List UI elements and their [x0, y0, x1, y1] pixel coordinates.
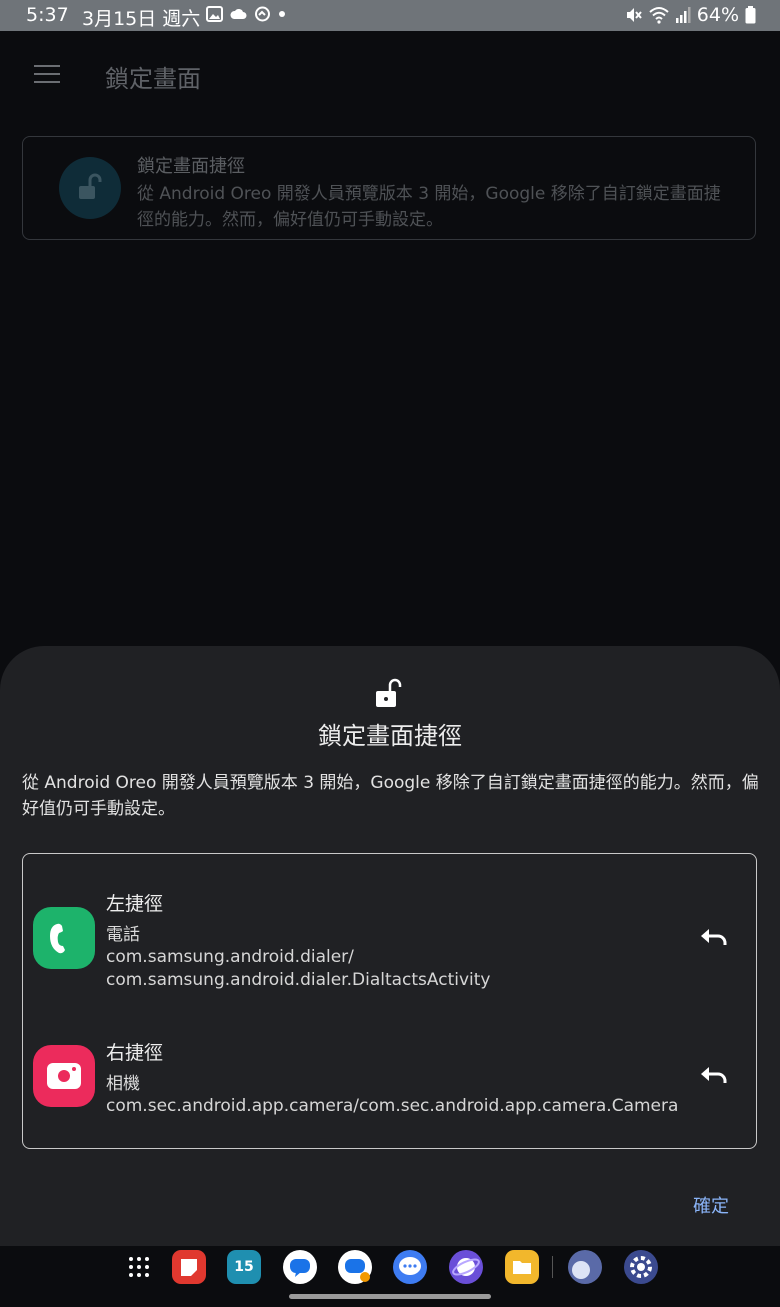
- undo-icon[interactable]: [699, 1064, 731, 1090]
- lock-open-icon: [79, 173, 102, 199]
- shortcut-package-line: com.samsung.android.dialer.DialtactsActi…: [106, 970, 491, 990]
- home-gesture-bar[interactable]: [289, 1294, 491, 1299]
- system-icons: 64%: [625, 4, 756, 26]
- notes-app-icon[interactable]: [172, 1250, 206, 1284]
- files-app-icon[interactable]: [505, 1250, 539, 1284]
- hamburger-menu-icon[interactable]: [34, 65, 62, 85]
- calendar-date: 15: [234, 1259, 254, 1275]
- samsung-messages-app-icon[interactable]: [393, 1250, 427, 1284]
- shortcut-package-line: com.samsung.android.dialer/: [106, 947, 354, 967]
- app-drawer-icon[interactable]: [122, 1250, 156, 1284]
- status-time: 5:37: [26, 4, 69, 26]
- shortcut-app-name: 電話: [106, 925, 140, 945]
- chat-app-icon[interactable]: [283, 1250, 317, 1284]
- messages-app-icon[interactable]: [338, 1250, 372, 1284]
- recent-app-icon[interactable]: [568, 1250, 602, 1284]
- shortcut-app-name: 相機: [106, 1074, 140, 1094]
- signal-icon: [675, 7, 691, 23]
- dialog-title: 鎖定畫面捷徑: [318, 722, 462, 750]
- mute-icon: [626, 8, 642, 22]
- status-date: 3月15日 週六: [82, 8, 201, 30]
- calendar-app-icon[interactable]: 15: [227, 1250, 261, 1284]
- taskbar-dock: 15: [0, 1246, 780, 1307]
- card-description: 從 Android Oreo 開發人員預覽版本 3 開始，Google 移除了自…: [137, 184, 721, 230]
- shortcut-item-right[interactable]: 右捷徑 相機 com.sec.android.app.camera/com.se…: [23, 1002, 756, 1150]
- card-title: 鎖定畫面捷徑: [137, 156, 245, 177]
- lock-screen-shortcut-card[interactable]: 鎖定畫面捷徑 從 Android Oreo 開發人員預覽版本 3 開始，Goog…: [22, 136, 756, 240]
- bottom-sheet-dialog: 鎖定畫面捷徑 從 Android Oreo 開發人員預覽版本 3 開始，Goog…: [0, 646, 780, 1246]
- lock-open-icon-badge: [59, 157, 121, 219]
- wifi-icon: [649, 7, 669, 24]
- lock-open-icon: [376, 678, 402, 707]
- shortcut-title: 右捷徑: [106, 1042, 164, 1064]
- dock-separator: [552, 1256, 553, 1278]
- shortcut-item-left[interactable]: 左捷徑 電話 com.samsung.android.dialer/ com.s…: [23, 854, 756, 1002]
- shortcut-title: 左捷徑: [106, 893, 164, 915]
- status-bar: 5:37 3月15日 週六 64%: [0, 0, 780, 31]
- shortcut-package-line: com.sec.android.app.camera/com.sec.andro…: [106, 1096, 679, 1116]
- undo-icon[interactable]: [699, 926, 731, 952]
- shortcut-package: com.sec.android.app.camera/com.sec.andro…: [106, 1095, 726, 1118]
- cloud-icon: [230, 8, 247, 19]
- notification-icons: [206, 6, 286, 22]
- dialog-description: 從 Android Oreo 開發人員預覽版本 3 開始，Google 移除了自…: [22, 773, 759, 819]
- battery-icon: [745, 6, 756, 24]
- shortcut-package: com.samsung.android.dialer/ com.samsung.…: [106, 946, 706, 992]
- camera-app-icon: [33, 1045, 95, 1107]
- sync-icon: [255, 6, 270, 22]
- confirm-button[interactable]: 確定: [693, 1192, 729, 1218]
- app-bar: 鎖定畫面: [0, 31, 780, 119]
- page-title: 鎖定畫面: [105, 65, 201, 93]
- battery-percent: 64%: [696, 4, 739, 26]
- dot-icon: [279, 11, 285, 17]
- internet-app-icon[interactable]: [449, 1250, 483, 1284]
- settings-app-icon[interactable]: [624, 1250, 658, 1284]
- image-icon: [206, 6, 223, 22]
- phone-app-icon: [33, 907, 95, 969]
- shortcut-list: 左捷徑 電話 com.samsung.android.dialer/ com.s…: [22, 853, 757, 1149]
